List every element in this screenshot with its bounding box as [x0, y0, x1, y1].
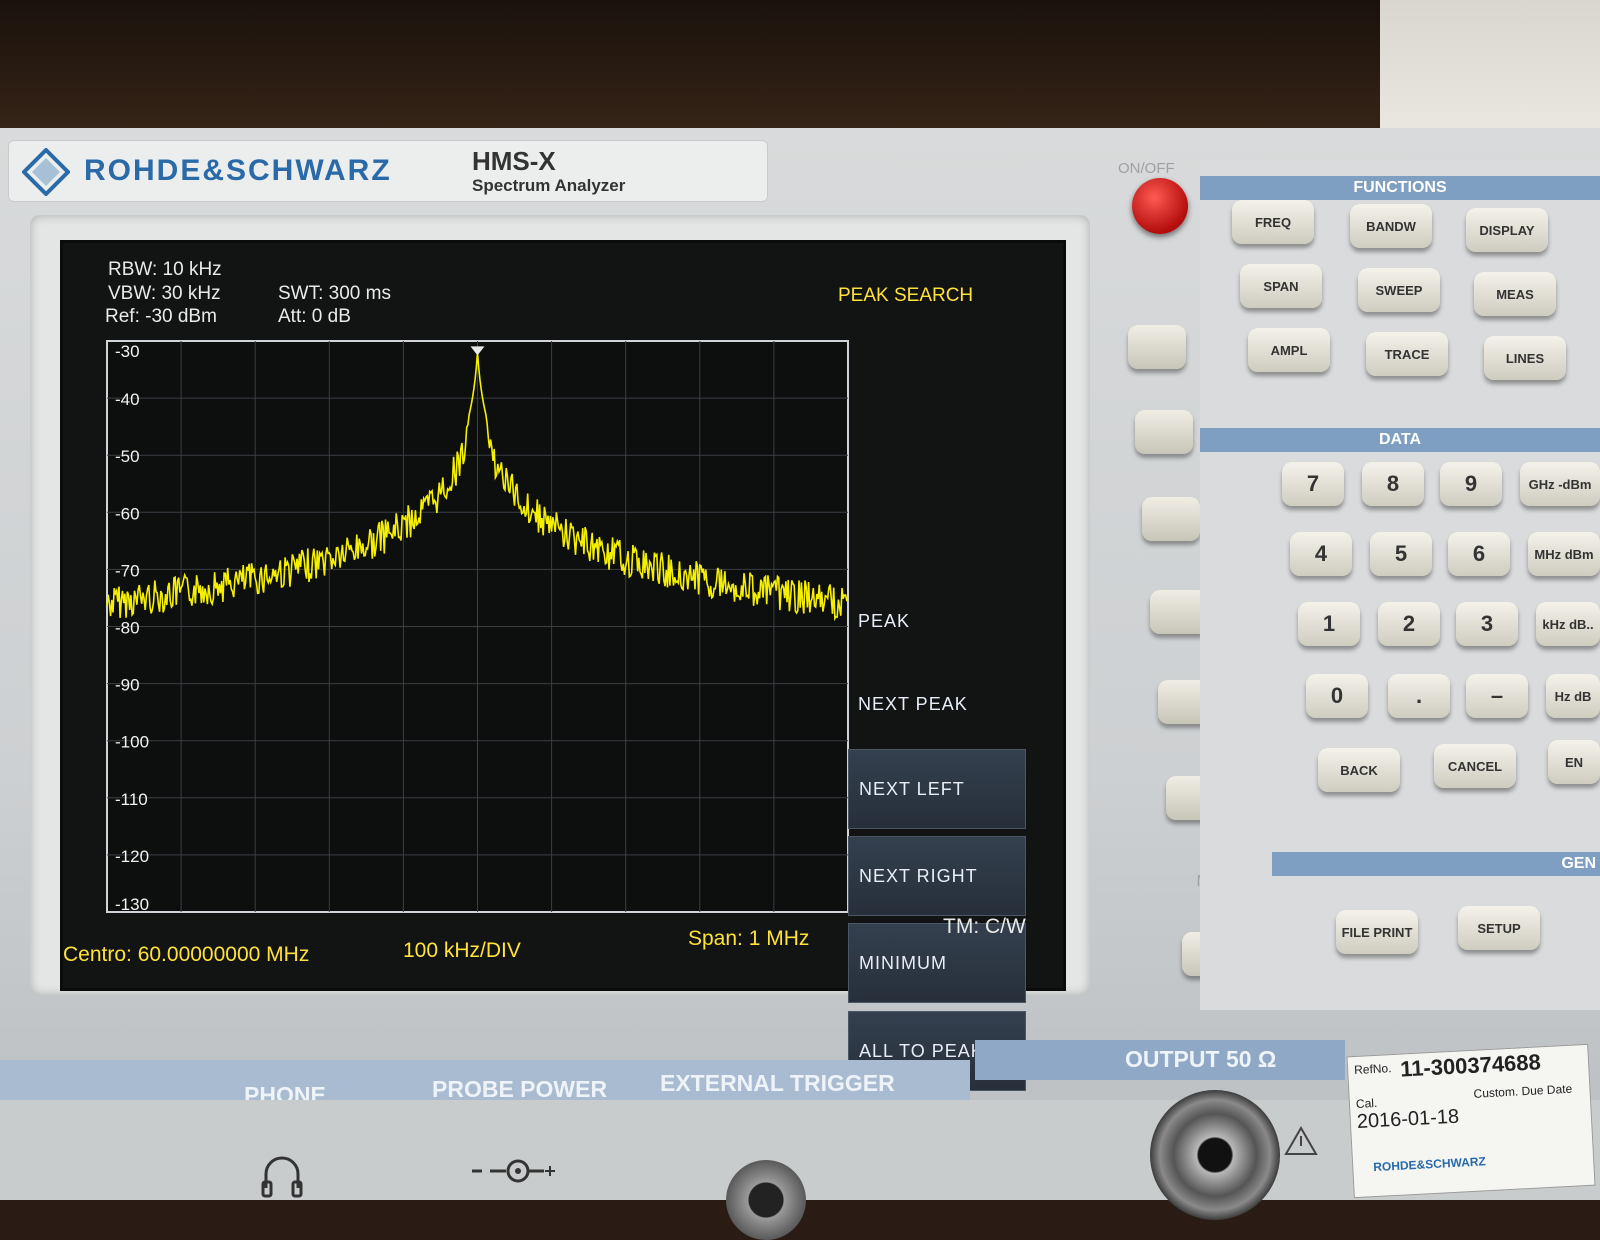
ampl-key[interactable]: AMPL	[1248, 328, 1330, 372]
y-tick-label: -40	[115, 390, 140, 409]
model-subtitle: Spectrum Analyzer	[472, 176, 626, 195]
meas-key[interactable]: MEAS	[1474, 272, 1556, 316]
hz-key[interactable]: Hz dB	[1546, 674, 1600, 718]
rs-logo-icon	[22, 148, 70, 196]
key-2[interactable]: 2	[1378, 602, 1440, 646]
cal-date: 2016-01-18	[1356, 1105, 1460, 1133]
warning-icon	[1284, 1126, 1318, 1155]
y-tick-label: -100	[115, 733, 149, 752]
y-tick-label: -120	[115, 847, 149, 866]
y-tick-label: -110	[115, 790, 148, 809]
refno-label: RefNo.	[1353, 1061, 1392, 1078]
y-tick-label: -30	[115, 342, 140, 361]
headphone-icon	[261, 1156, 303, 1198]
probe-power-label: PROBE POWER	[432, 1076, 608, 1102]
freq-key[interactable]: FREQ	[1232, 200, 1314, 244]
vbw-readout: VBW: 30 kHz	[108, 283, 221, 304]
brand-name: ROHDE&SCHWARZ	[84, 154, 392, 187]
key-1[interactable]: 1	[1298, 602, 1360, 646]
due-date-label: Custom. Due Date	[1473, 1081, 1573, 1101]
hw-softkey-3[interactable]	[1142, 497, 1200, 541]
ghz-key[interactable]: GHz -dBm	[1520, 462, 1600, 506]
key-decimal[interactable]: .	[1388, 674, 1450, 718]
softkey-next-left[interactable]: NEXT LEFT	[848, 749, 1026, 829]
hw-softkey-2[interactable]	[1135, 410, 1193, 454]
key-4[interactable]: 4	[1290, 532, 1352, 576]
khz-key[interactable]: kHz dB..	[1536, 602, 1600, 646]
span-key[interactable]: SPAN	[1240, 264, 1322, 308]
lines-key[interactable]: LINES	[1484, 336, 1566, 380]
setup-button[interactable]: SETUP	[1458, 906, 1540, 950]
cal-label: Cal.	[1355, 1095, 1378, 1111]
model-name: HMS-X	[472, 146, 556, 176]
external-trigger-connector[interactable]	[726, 1160, 806, 1240]
menu-title: PEAK SEARCH	[838, 285, 974, 306]
trace-mode-readout: TM: C/W	[943, 915, 1026, 938]
sticker-brand: ROHDE&SCHWARZ	[1372, 1154, 1487, 1175]
key-minus[interactable]: –	[1466, 674, 1528, 718]
ref-level-readout: Ref: -30 dBm	[105, 306, 217, 327]
external-trigger-label: EXTERNAL TRIGGER	[660, 1070, 895, 1096]
data-header: DATA	[1200, 428, 1600, 452]
y-tick-label: -80	[115, 619, 140, 638]
power-button[interactable]	[1132, 178, 1188, 234]
hw-softkey-1[interactable]	[1128, 325, 1186, 369]
softkey-peak[interactable]: PEAK	[848, 581, 1026, 661]
key-8[interactable]: 8	[1362, 462, 1424, 506]
attenuation-readout: Att: 0 dB	[278, 306, 351, 327]
mhz-key[interactable]: MHz dBm	[1528, 532, 1600, 576]
general-header: GEN	[1272, 852, 1600, 876]
softkey-menu: PEAK NEXT PEAK NEXT LEFT NEXT RIGHT MINI…	[848, 501, 1038, 1101]
key-9[interactable]: 9	[1440, 462, 1502, 506]
cancel-button[interactable]: CANCEL	[1434, 744, 1516, 788]
refno-value: 11-300374688	[1399, 1049, 1542, 1082]
enter-button[interactable]: EN	[1548, 740, 1600, 784]
analyzer-screen: RBW: 10 kHz VBW: 30 kHz Ref: -30 dBm SWT…	[60, 240, 1066, 1091]
y-tick-label: -70	[115, 561, 140, 580]
softkey-next-right[interactable]: NEXT RIGHT	[848, 836, 1026, 916]
key-3[interactable]: 3	[1456, 602, 1518, 646]
y-tick-label: -90	[115, 676, 140, 695]
back-button[interactable]: BACK	[1318, 748, 1400, 792]
functions-header: FUNCTIONS	[1200, 176, 1600, 200]
trace-key[interactable]: TRACE	[1366, 332, 1448, 376]
key-0[interactable]: 0	[1306, 674, 1368, 718]
bandw-key[interactable]: BANDW	[1350, 204, 1432, 248]
div-readout: 100 kHz/DIV	[403, 939, 521, 962]
probe-power-polarity-icon	[472, 1159, 555, 1183]
key-7[interactable]: 7	[1282, 462, 1344, 506]
output-label: OUTPUT 50 Ω	[1125, 1046, 1277, 1072]
center-frequency: Centro: 60.00000000 MHz	[63, 943, 310, 966]
y-tick-label: -50	[115, 447, 140, 466]
display-key[interactable]: DISPLAY	[1466, 208, 1548, 252]
y-tick-label: -130	[115, 895, 149, 914]
key-6[interactable]: 6	[1448, 532, 1510, 576]
sweep-time-readout: SWT: 300 ms	[278, 283, 391, 304]
file-print-button[interactable]: FILE PRINT	[1336, 910, 1418, 954]
power-label: ON/OFF	[1118, 160, 1175, 177]
calibration-sticker: RefNo. 11-300374688 Cal. 2016-01-18 Cust…	[1346, 1043, 1596, 1199]
spectrum-plot: -30 -40 -50 -60 -70 -80 -90 -100 -110 -120 -130	[106, 340, 849, 914]
rf-output-connector[interactable]	[1150, 1090, 1280, 1220]
span-readout: Span: 1 MHz	[688, 927, 810, 950]
softkey-next-peak[interactable]: NEXT PEAK	[848, 664, 1026, 744]
y-tick-label: -60	[115, 504, 140, 523]
sweep-key[interactable]: SWEEP	[1358, 268, 1440, 312]
rbw-readout: RBW: 10 kHz	[108, 259, 222, 280]
key-5[interactable]: 5	[1370, 532, 1432, 576]
